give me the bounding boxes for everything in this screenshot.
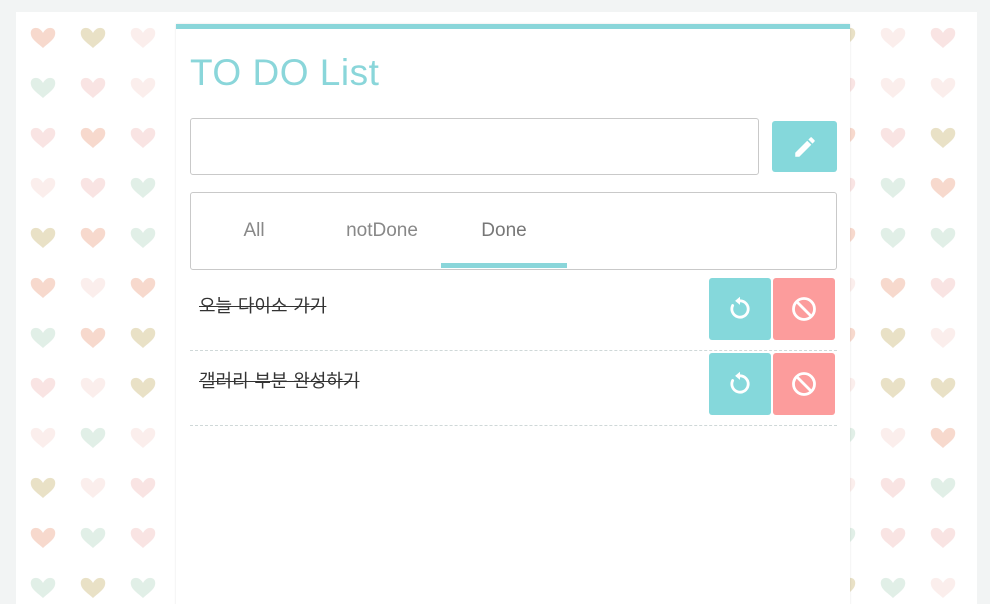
heart-icon — [80, 427, 106, 448]
add-todo-button[interactable] — [772, 121, 837, 172]
heart-icon — [130, 377, 156, 398]
heart-icon — [30, 77, 56, 98]
tab-notdone[interactable]: notDone — [319, 193, 445, 269]
heart-icon — [130, 77, 156, 98]
heart-icon — [930, 427, 956, 448]
heart-icon — [80, 77, 106, 98]
heart-icon — [930, 127, 956, 148]
heart-icon — [880, 177, 906, 198]
heart-icon — [930, 177, 956, 198]
heart-icon — [30, 327, 56, 348]
heart-icon — [930, 327, 956, 348]
todo-item: 갤러리 부분 완성하기 — [190, 351, 837, 426]
heart-icon — [130, 527, 156, 548]
heart-icon — [30, 577, 56, 598]
filter-tabs: All notDone Done — [190, 192, 837, 270]
todo-input[interactable] — [190, 118, 759, 175]
heart-icon — [880, 77, 906, 98]
heart-icon — [880, 27, 906, 48]
heart-icon — [30, 477, 56, 498]
heart-icon — [880, 527, 906, 548]
todo-item-text: 오늘 다이소 가기 — [199, 296, 327, 317]
undo-button[interactable] — [709, 278, 771, 340]
block-icon — [792, 372, 816, 396]
heart-icon — [30, 427, 56, 448]
heart-icon — [880, 427, 906, 448]
heart-icon — [30, 527, 56, 548]
heart-icon — [80, 277, 106, 298]
heart-icon — [80, 527, 106, 548]
todo-item: 오늘 다이소 가기 — [190, 276, 837, 351]
heart-icon — [30, 227, 56, 248]
heart-icon — [130, 177, 156, 198]
undo-icon — [730, 371, 750, 394]
heart-icon — [930, 277, 956, 298]
todo-card: TO DO List All notDone Done 오늘 다이소 가기 갤러… — [176, 24, 850, 604]
heart-icon — [930, 227, 956, 248]
heart-icon — [130, 277, 156, 298]
heart-icon — [930, 527, 956, 548]
active-tab-indicator — [441, 263, 567, 268]
heart-icon — [930, 27, 956, 48]
heart-icon — [30, 277, 56, 298]
heart-icon — [80, 477, 106, 498]
heart-icon — [130, 477, 156, 498]
page-background: TO DO List All notDone Done 오늘 다이소 가기 갤러… — [16, 12, 977, 604]
delete-button[interactable] — [773, 278, 835, 340]
tab-done[interactable]: Done — [441, 193, 567, 269]
heart-icon — [930, 377, 956, 398]
heart-icon — [930, 577, 956, 598]
heart-icon — [130, 127, 156, 148]
heart-icon — [930, 477, 956, 498]
delete-button[interactable] — [773, 353, 835, 415]
heart-icon — [880, 477, 906, 498]
heart-icon — [80, 127, 106, 148]
heart-icon — [30, 377, 56, 398]
heart-icon — [880, 327, 906, 348]
heart-icon — [80, 27, 106, 48]
tab-all[interactable]: All — [191, 193, 317, 269]
heart-icon — [930, 77, 956, 98]
heart-icon — [130, 427, 156, 448]
page-title: TO DO List — [190, 52, 380, 93]
heart-icon — [880, 127, 906, 148]
heart-icon — [130, 577, 156, 598]
heart-icon — [30, 177, 56, 198]
heart-icon — [30, 127, 56, 148]
heart-icon — [80, 177, 106, 198]
heart-icon — [80, 377, 106, 398]
todo-item-text: 갤러리 부분 완성하기 — [199, 371, 360, 392]
heart-icon — [130, 27, 156, 48]
heart-icon — [880, 377, 906, 398]
undo-button[interactable] — [709, 353, 771, 415]
heart-icon — [130, 327, 156, 348]
heart-icon — [30, 27, 56, 48]
block-icon — [792, 297, 816, 321]
heart-icon — [80, 327, 106, 348]
heart-icon — [880, 227, 906, 248]
pencil-icon — [794, 136, 815, 157]
heart-icon — [130, 227, 156, 248]
heart-icon — [80, 227, 106, 248]
heart-icon — [880, 277, 906, 298]
heart-icon — [80, 577, 106, 598]
undo-icon — [730, 296, 750, 319]
heart-icon — [880, 577, 906, 598]
